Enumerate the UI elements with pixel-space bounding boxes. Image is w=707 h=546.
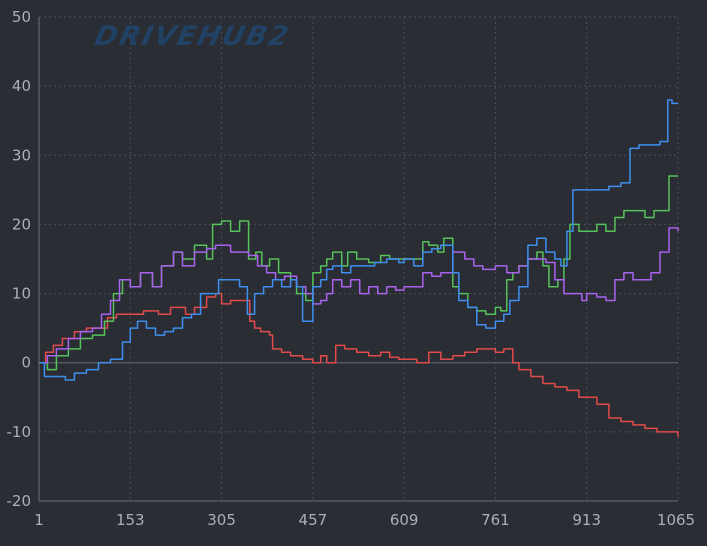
line-chart: DRIVEHUB2 -20 -10 0 10 20 30 40 50 1 153 305 457 609… [0,0,707,546]
y-tick-label: 30 [12,146,31,164]
y-tick-label: -10 [7,423,32,441]
x-tick-label: 913 [572,511,601,529]
y-tick-label: 0 [21,354,31,372]
y-tick-label: 40 [12,77,31,95]
x-tick-label: 305 [207,511,236,529]
x-tick-label: 609 [390,511,419,529]
x-tick-label: 1065 [657,511,695,529]
y-tick-label: 50 [12,8,31,26]
y-tick-label: 20 [12,215,31,233]
chart-background [0,0,707,546]
watermark-logo: DRIVEHUB2 [92,21,293,52]
x-tick-label: 761 [481,511,510,529]
x-tick-label: 457 [299,511,328,529]
x-tick-label: 153 [116,511,145,529]
y-tick-label: 10 [12,285,31,303]
y-tick-label: -20 [7,492,32,510]
x-tick-label: 1 [34,511,44,529]
